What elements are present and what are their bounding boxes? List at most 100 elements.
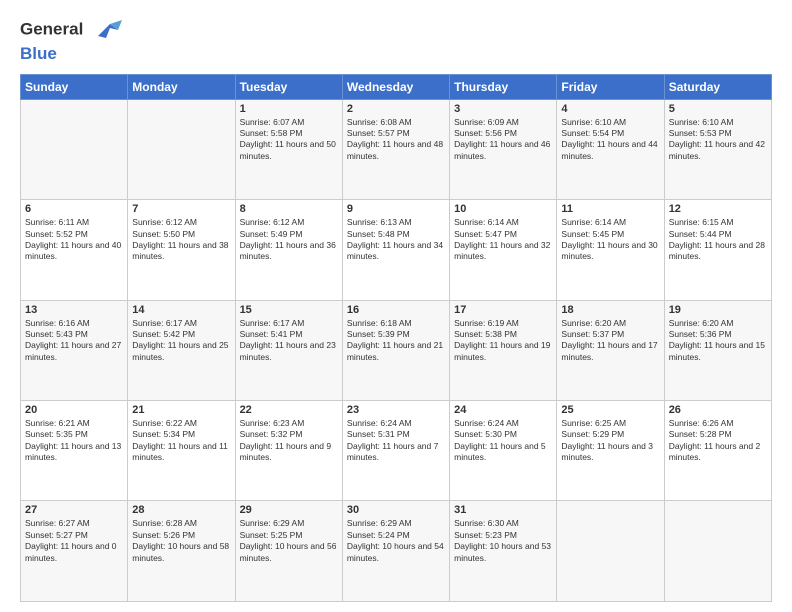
day-info: Sunrise: 6:19 AMSunset: 5:38 PMDaylight:… xyxy=(454,318,552,364)
day-number: 8 xyxy=(240,203,338,215)
day-cell: 19 Sunrise: 6:20 AMSunset: 5:36 PMDayligh… xyxy=(664,300,771,400)
day-cell: 20 Sunrise: 6:21 AMSunset: 5:35 PMDayligh… xyxy=(21,401,128,501)
day-info: Sunrise: 6:10 AMSunset: 5:53 PMDaylight:… xyxy=(669,117,767,163)
day-number: 28 xyxy=(132,504,230,516)
day-number: 3 xyxy=(454,103,552,115)
day-number: 20 xyxy=(25,404,123,416)
day-number: 29 xyxy=(240,504,338,516)
day-info: Sunrise: 6:12 AMSunset: 5:50 PMDaylight:… xyxy=(132,217,230,263)
day-info: Sunrise: 6:17 AMSunset: 5:42 PMDaylight:… xyxy=(132,318,230,364)
day-number: 10 xyxy=(454,203,552,215)
day-cell: 4 Sunrise: 6:10 AMSunset: 5:54 PMDaylight… xyxy=(557,99,664,199)
col-header-saturday: Saturday xyxy=(664,74,771,99)
day-number: 1 xyxy=(240,103,338,115)
day-cell: 14 Sunrise: 6:17 AMSunset: 5:42 PMDayligh… xyxy=(128,300,235,400)
day-cell: 27Sunrise: 6:27 AMSunset: 5:27 PMDayligh… xyxy=(21,501,128,602)
day-cell: 18 Sunrise: 6:20 AMSunset: 5:37 PMDayligh… xyxy=(557,300,664,400)
day-info: Sunrise: 6:21 AMSunset: 5:35 PMDaylight:… xyxy=(25,418,123,464)
day-cell: 7 Sunrise: 6:12 AMSunset: 5:50 PMDaylight… xyxy=(128,200,235,300)
day-number: 18 xyxy=(561,304,659,316)
day-cell: 17 Sunrise: 6:19 AMSunset: 5:38 PMDayligh… xyxy=(450,300,557,400)
day-info: Sunrise: 6:24 AMSunset: 5:30 PMDaylight:… xyxy=(454,418,552,464)
day-number: 14 xyxy=(132,304,230,316)
day-info: Sunrise: 6:29 AMSunset: 5:25 PMDaylight:… xyxy=(240,518,338,564)
day-info: Sunrise: 6:16 AMSunset: 5:43 PMDaylight:… xyxy=(25,318,123,364)
day-info: Sunrise: 6:28 AMSunset: 5:26 PMDaylight:… xyxy=(132,518,230,564)
day-info: Sunrise: 6:07 AMSunset: 5:58 PMDaylight:… xyxy=(240,117,338,163)
day-number: 11 xyxy=(561,203,659,215)
day-cell: 9Sunrise: 6:13 AMSunset: 5:48 PMDaylight… xyxy=(342,200,449,300)
col-header-wednesday: Wednesday xyxy=(342,74,449,99)
week-row-5: 27Sunrise: 6:27 AMSunset: 5:27 PMDayligh… xyxy=(21,501,772,602)
day-info: Sunrise: 6:27 AMSunset: 5:27 PMDaylight:… xyxy=(25,518,123,564)
day-info: Sunrise: 6:15 AMSunset: 5:44 PMDaylight:… xyxy=(669,217,767,263)
day-number: 7 xyxy=(132,203,230,215)
day-cell xyxy=(128,99,235,199)
day-cell: 16 Sunrise: 6:18 AMSunset: 5:39 PMDayligh… xyxy=(342,300,449,400)
day-info: Sunrise: 6:22 AMSunset: 5:34 PMDaylight:… xyxy=(132,418,230,464)
day-number: 21 xyxy=(132,404,230,416)
day-cell: 29 Sunrise: 6:29 AMSunset: 5:25 PMDayligh… xyxy=(235,501,342,602)
day-number: 31 xyxy=(454,504,552,516)
col-header-monday: Monday xyxy=(128,74,235,99)
day-info: Sunrise: 6:10 AMSunset: 5:54 PMDaylight:… xyxy=(561,117,659,163)
day-number: 15 xyxy=(240,304,338,316)
day-cell: 24 Sunrise: 6:24 AMSunset: 5:30 PMDayligh… xyxy=(450,401,557,501)
day-number: 30 xyxy=(347,504,445,516)
day-cell: 8Sunrise: 6:12 AMSunset: 5:49 PMDaylight… xyxy=(235,200,342,300)
day-cell: 21 Sunrise: 6:22 AMSunset: 5:34 PMDayligh… xyxy=(128,401,235,501)
day-cell: 30Sunrise: 6:29 AMSunset: 5:24 PMDayligh… xyxy=(342,501,449,602)
day-number: 19 xyxy=(669,304,767,316)
day-cell: 6Sunrise: 6:11 AMSunset: 5:52 PMDaylight… xyxy=(21,200,128,300)
day-cell: 5 Sunrise: 6:10 AMSunset: 5:53 PMDaylight… xyxy=(664,99,771,199)
day-number: 16 xyxy=(347,304,445,316)
col-header-sunday: Sunday xyxy=(21,74,128,99)
day-cell: 2 Sunrise: 6:08 AMSunset: 5:57 PMDaylight… xyxy=(342,99,449,199)
day-info: Sunrise: 6:11 AMSunset: 5:52 PMDaylight:… xyxy=(25,217,123,263)
day-cell: 10 Sunrise: 6:14 AMSunset: 5:47 PMDayligh… xyxy=(450,200,557,300)
day-info: Sunrise: 6:14 AMSunset: 5:45 PMDaylight:… xyxy=(561,217,659,263)
day-info: Sunrise: 6:09 AMSunset: 5:56 PMDaylight:… xyxy=(454,117,552,163)
day-number: 25 xyxy=(561,404,659,416)
day-info: Sunrise: 6:14 AMSunset: 5:47 PMDaylight:… xyxy=(454,217,552,263)
day-cell: 1 Sunrise: 6:07 AMSunset: 5:58 PMDaylight… xyxy=(235,99,342,199)
day-number: 12 xyxy=(669,203,767,215)
day-cell: 12 Sunrise: 6:15 AMSunset: 5:44 PMDayligh… xyxy=(664,200,771,300)
day-info: Sunrise: 6:30 AMSunset: 5:23 PMDaylight:… xyxy=(454,518,552,564)
day-number: 24 xyxy=(454,404,552,416)
day-cell: 13 Sunrise: 6:16 AMSunset: 5:43 PMDayligh… xyxy=(21,300,128,400)
day-cell: 31 Sunrise: 6:30 AMSunset: 5:23 PMDayligh… xyxy=(450,501,557,602)
calendar-table: SundayMondayTuesdayWednesdayThursdayFrid… xyxy=(20,74,772,602)
week-row-2: 6Sunrise: 6:11 AMSunset: 5:52 PMDaylight… xyxy=(21,200,772,300)
day-number: 2 xyxy=(347,103,445,115)
day-cell: 15 Sunrise: 6:17 AMSunset: 5:41 PMDayligh… xyxy=(235,300,342,400)
day-cell xyxy=(21,99,128,199)
day-cell: 23Sunrise: 6:24 AMSunset: 5:31 PMDayligh… xyxy=(342,401,449,501)
day-info: Sunrise: 6:18 AMSunset: 5:39 PMDaylight:… xyxy=(347,318,445,364)
day-info: Sunrise: 6:24 AMSunset: 5:31 PMDaylight:… xyxy=(347,418,445,464)
page: General Blue SundayMondayTuesdayWednesda… xyxy=(0,0,792,612)
day-cell xyxy=(557,501,664,602)
day-cell: 11 Sunrise: 6:14 AMSunset: 5:45 PMDayligh… xyxy=(557,200,664,300)
header: General Blue xyxy=(20,16,772,64)
day-info: Sunrise: 6:17 AMSunset: 5:41 PMDaylight:… xyxy=(240,318,338,364)
day-cell: 28 Sunrise: 6:28 AMSunset: 5:26 PMDayligh… xyxy=(128,501,235,602)
day-number: 22 xyxy=(240,404,338,416)
day-info: Sunrise: 6:08 AMSunset: 5:57 PMDaylight:… xyxy=(347,117,445,163)
day-info: Sunrise: 6:20 AMSunset: 5:36 PMDaylight:… xyxy=(669,318,767,364)
week-row-4: 20 Sunrise: 6:21 AMSunset: 5:35 PMDayligh… xyxy=(21,401,772,501)
logo-blue: Blue xyxy=(20,44,122,64)
day-info: Sunrise: 6:23 AMSunset: 5:32 PMDaylight:… xyxy=(240,418,338,464)
day-info: Sunrise: 6:26 AMSunset: 5:28 PMDaylight:… xyxy=(669,418,767,464)
day-number: 13 xyxy=(25,304,123,316)
day-number: 5 xyxy=(669,103,767,115)
day-info: Sunrise: 6:20 AMSunset: 5:37 PMDaylight:… xyxy=(561,318,659,364)
day-number: 4 xyxy=(561,103,659,115)
day-info: Sunrise: 6:13 AMSunset: 5:48 PMDaylight:… xyxy=(347,217,445,263)
day-cell: 22 Sunrise: 6:23 AMSunset: 5:32 PMDayligh… xyxy=(235,401,342,501)
day-number: 26 xyxy=(669,404,767,416)
col-header-friday: Friday xyxy=(557,74,664,99)
logo: General Blue xyxy=(20,16,122,64)
day-number: 17 xyxy=(454,304,552,316)
logo-general: General xyxy=(20,16,122,44)
